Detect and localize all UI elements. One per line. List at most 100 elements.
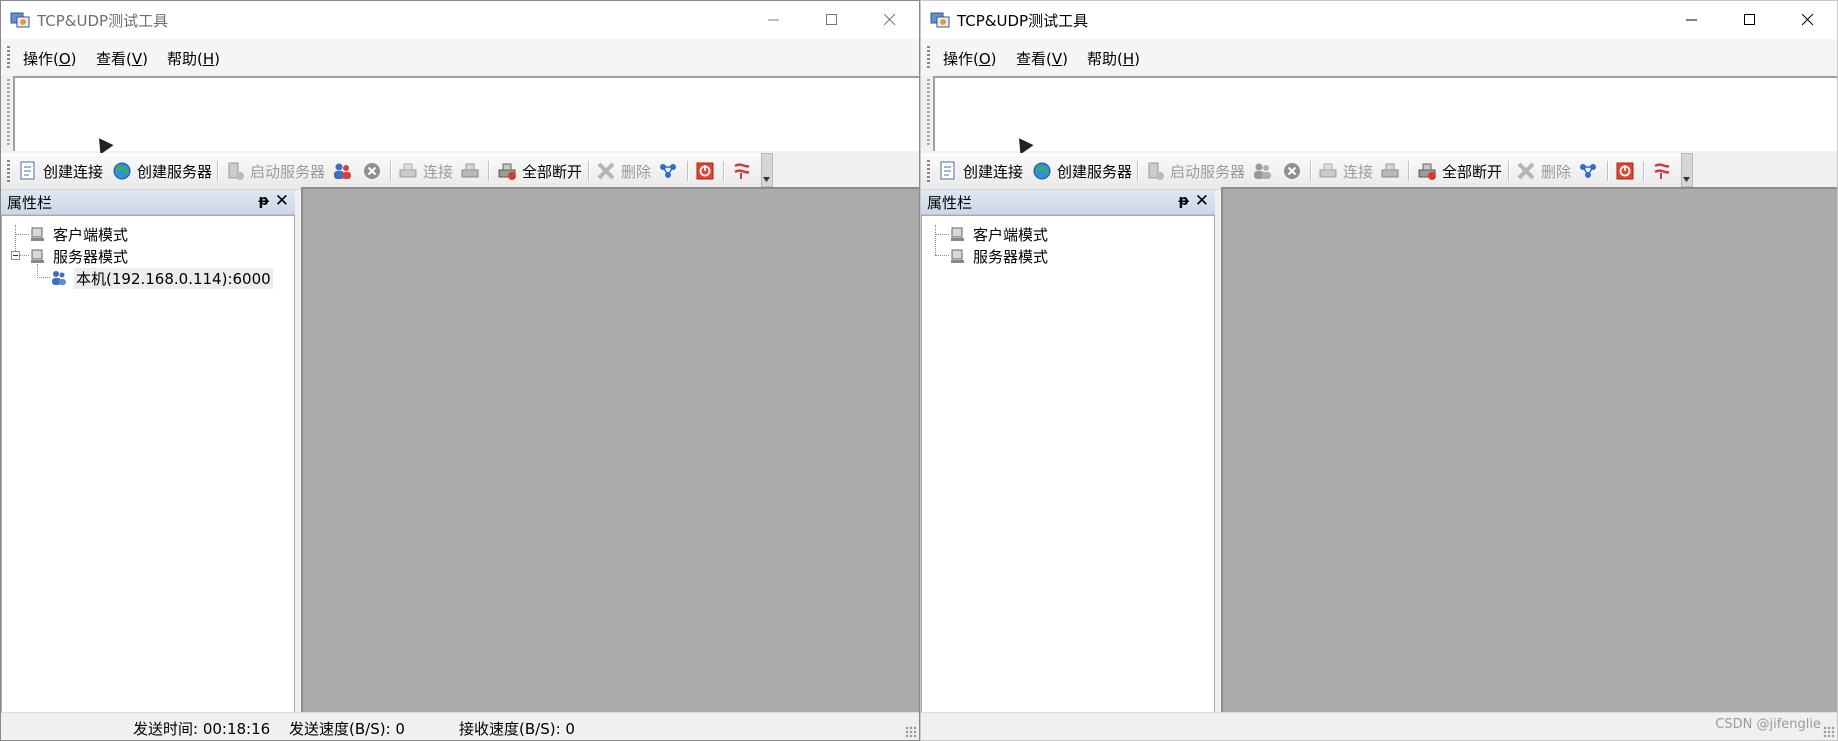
tree-item-label: 本机(192.168.0.114):6000 <box>74 267 273 289</box>
tree-item-label: 客户端模式 <box>53 225 129 244</box>
toolbar-grip[interactable] <box>927 160 930 182</box>
tree-item-client-mode[interactable]: 客户端模式 <box>29 223 128 245</box>
toolbar-overflow-button[interactable] <box>1681 153 1693 187</box>
delete-label: 删除 <box>621 162 652 181</box>
app-window-left: TCP&UDP测试工具 操作(O) 查看(V) 帮助(H) 创建连接 创建服务器 <box>0 0 920 741</box>
power-icon <box>1616 162 1634 180</box>
toolbar-separator <box>723 161 725 181</box>
menu-operate[interactable]: 操作(O) <box>23 48 77 69</box>
connect-button[interactable]: 连接 <box>397 159 453 183</box>
network-button[interactable] <box>1577 159 1599 183</box>
toolbar-separator <box>1408 161 1410 181</box>
menubar-grip[interactable] <box>927 46 930 68</box>
create-connection-label: 创建连接 <box>963 162 1024 181</box>
menu-operate[interactable]: 操作(O) <box>943 48 997 69</box>
menu-view[interactable]: 查看(V) <box>1016 48 1068 69</box>
link-button[interactable] <box>1379 159 1401 183</box>
cable-button[interactable] <box>731 159 753 183</box>
menu-help[interactable]: 帮助(H) <box>167 48 220 69</box>
minimize-icon <box>1686 19 1697 21</box>
toolbar: 创建连接 创建服务器 启动服务器 连接 全部断开 删除 <box>1 153 773 190</box>
toolbar-overflow-button[interactable] <box>761 153 773 187</box>
status-bar: 发送时间: 00:18:16 发送速度(B/S): 0 接收速度(B/S): 0 <box>1 712 919 740</box>
disconnect-all-icon <box>498 163 516 180</box>
start-server-button[interactable]: 启动服务器 <box>224 159 325 183</box>
tree-connector <box>37 277 50 278</box>
minimize-button[interactable] <box>745 1 803 39</box>
receive-speed: 接收速度(B/S): 0 <box>459 720 575 738</box>
panel-close-icon[interactable]: ✕ <box>1195 191 1209 211</box>
stop-circle-icon <box>1284 163 1300 179</box>
tree-collapse-toggle[interactable] <box>11 251 20 260</box>
properties-tree: 客户端模式 服务器模式 本机(192.168.0.114):6000 <box>1 215 295 715</box>
power-button[interactable] <box>694 159 716 183</box>
start-server-label: 启动服务器 <box>250 162 326 181</box>
send-speed: 发送速度(B/S): 0 <box>289 720 405 738</box>
users-button[interactable] <box>331 159 353 183</box>
create-connection-button[interactable]: 创建连接 <box>937 159 1023 183</box>
create-server-button[interactable]: 创建服务器 <box>111 159 212 183</box>
create-connection-button[interactable]: 创建连接 <box>17 159 103 183</box>
server-start-icon <box>228 162 244 180</box>
stop-button[interactable] <box>361 159 383 183</box>
disconnect-all-button[interactable]: 全部断开 <box>1416 159 1502 183</box>
minimize-button[interactable] <box>1663 1 1721 39</box>
delete-label: 删除 <box>1541 162 1572 181</box>
tree-item-local-server[interactable]: 本机(192.168.0.114):6000 <box>50 267 273 289</box>
tree-connector <box>37 264 38 278</box>
users-button[interactable] <box>1251 159 1273 183</box>
tree-item-label: 服务器模式 <box>53 247 129 266</box>
panel-close-icon[interactable]: ✕ <box>275 191 289 211</box>
panel-title: 属性栏 <box>927 194 973 212</box>
toolbar-separator <box>1607 161 1609 181</box>
toolbar-separator <box>687 161 689 181</box>
power-button[interactable] <box>1614 159 1636 183</box>
mdi-client-area <box>1221 187 1837 713</box>
delete-button[interactable]: 删除 <box>595 159 651 183</box>
resize-grip[interactable] <box>905 726 917 738</box>
maximize-button[interactable] <box>1721 1 1779 39</box>
start-server-label: 启动服务器 <box>1170 162 1246 181</box>
tree-item-client-mode[interactable]: 客户端模式 <box>949 223 1048 245</box>
pin-icon[interactable]: ᵽ <box>1179 193 1189 209</box>
tree-item-server-mode[interactable]: 服务器模式 <box>949 245 1048 267</box>
editarea-grip[interactable] <box>7 79 10 145</box>
pin-icon[interactable]: ᵽ <box>259 193 269 209</box>
properties-panel-header: 属性栏 ᵽ ✕ <box>1 190 295 215</box>
create-server-button[interactable]: 创建服务器 <box>1031 159 1132 183</box>
toolbar-grip[interactable] <box>7 160 10 182</box>
close-button[interactable] <box>861 1 919 39</box>
close-button[interactable] <box>1779 1 1837 39</box>
title-bar[interactable]: TCP&UDP测试工具 <box>921 1 1837 39</box>
maximize-button[interactable] <box>803 1 861 39</box>
start-server-button[interactable]: 启动服务器 <box>1144 159 1245 183</box>
tree-item-server-mode[interactable]: 服务器模式 <box>29 245 128 267</box>
globe-icon <box>113 162 131 180</box>
editarea-grip[interactable] <box>927 79 930 145</box>
menu-view[interactable]: 查看(V) <box>96 48 148 69</box>
disconnect-all-button[interactable]: 全部断开 <box>496 159 582 183</box>
delete-button[interactable]: 删除 <box>1515 159 1571 183</box>
link-button[interactable] <box>459 159 481 183</box>
toolbar-separator <box>1310 161 1312 181</box>
menubar-grip[interactable] <box>7 46 10 68</box>
stop-circle-icon <box>364 163 380 179</box>
tree-item-label: 客户端模式 <box>973 225 1049 244</box>
input-area[interactable] <box>933 76 1837 151</box>
input-area[interactable] <box>13 76 919 151</box>
resize-grip[interactable] <box>1823 726 1835 738</box>
create-connection-label: 创建连接 <box>43 162 104 181</box>
watermark-text: CSDN @jifenglie <box>1715 717 1821 732</box>
send-time: 发送时间: 00:18:16 <box>133 720 271 738</box>
cable-button[interactable] <box>1651 159 1673 183</box>
computer-icon <box>951 249 964 263</box>
menu-help[interactable]: 帮助(H) <box>1087 48 1140 69</box>
network-button[interactable] <box>657 159 679 183</box>
tree-connector <box>935 234 949 235</box>
tree-item-label: 服务器模式 <box>973 247 1049 266</box>
stop-button[interactable] <box>1281 159 1303 183</box>
mdi-client-area <box>301 187 919 713</box>
connect-button[interactable]: 连接 <box>1317 159 1373 183</box>
delete-x-icon <box>597 162 615 180</box>
title-bar[interactable]: TCP&UDP测试工具 <box>1 1 919 39</box>
